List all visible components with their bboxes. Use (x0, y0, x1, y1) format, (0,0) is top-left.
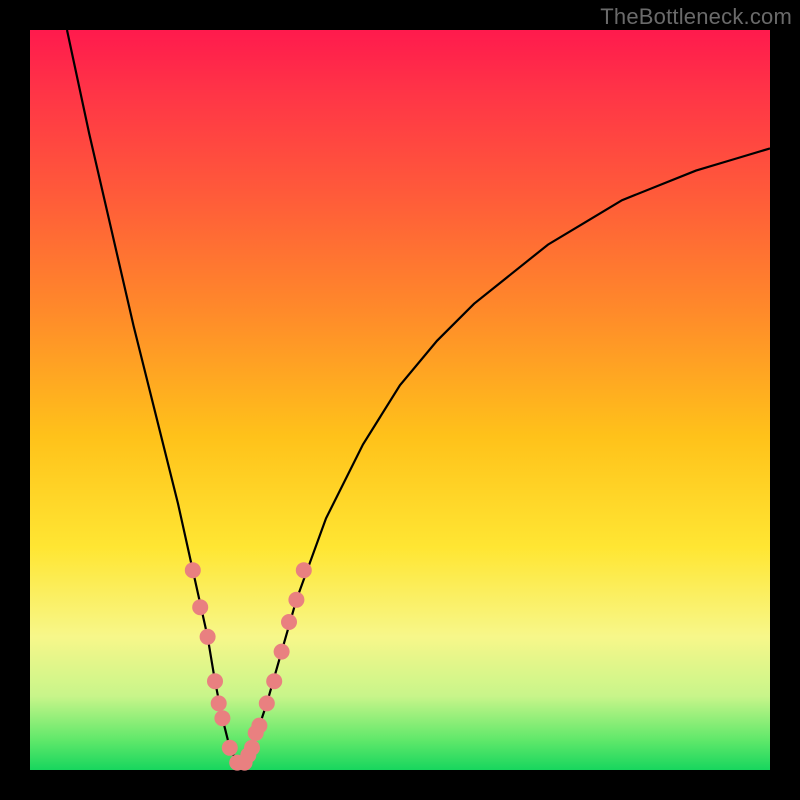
dot (214, 710, 230, 726)
dot (185, 562, 201, 578)
watermark-text: TheBottleneck.com (600, 4, 792, 30)
dot (222, 740, 238, 756)
dot (281, 614, 297, 630)
dot (274, 644, 290, 660)
dot (259, 695, 275, 711)
chart-svg (30, 30, 770, 770)
dot (251, 718, 267, 734)
highlight-dots (185, 562, 312, 770)
chart-frame: TheBottleneck.com (0, 0, 800, 800)
dot (207, 673, 223, 689)
dot (192, 599, 208, 615)
plot-area (30, 30, 770, 770)
dot (211, 695, 227, 711)
dot (296, 562, 312, 578)
bottleneck-curve (67, 30, 770, 763)
dot (244, 740, 260, 756)
dot (288, 592, 304, 608)
dot (266, 673, 282, 689)
dot (200, 629, 216, 645)
